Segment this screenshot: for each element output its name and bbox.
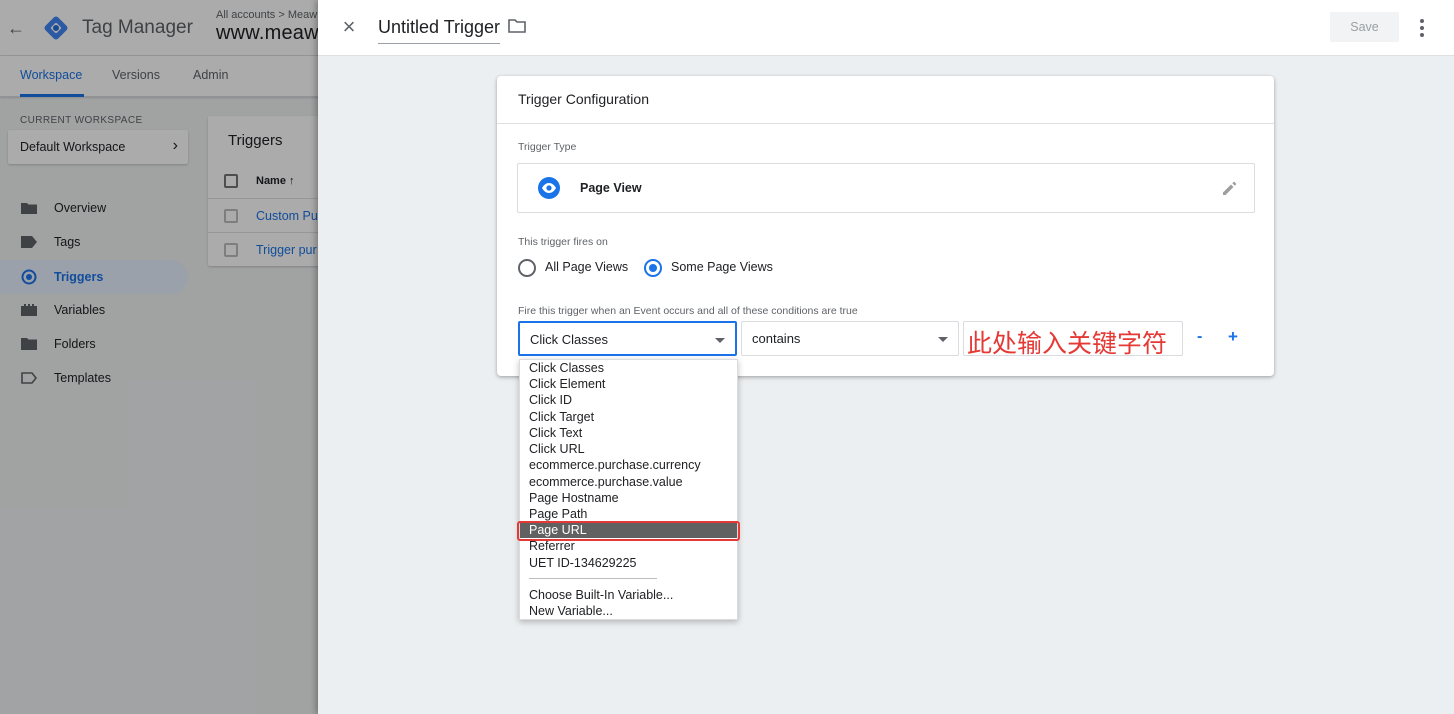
menu-item[interactable]: Click Text [520, 425, 737, 441]
operator-value: contains [752, 331, 801, 346]
divider [497, 123, 1274, 124]
fires-on-label: This trigger fires on [518, 236, 608, 248]
variable-dropdown[interactable]: Click Classes [518, 321, 737, 356]
close-icon[interactable]: × [338, 16, 360, 38]
menu-item-builtin-variable[interactable]: Choose Built-In Variable... [520, 587, 737, 603]
menu-item[interactable]: Click Element [520, 376, 737, 392]
radio-button-selected[interactable] [644, 259, 662, 277]
folder-icon[interactable] [508, 18, 526, 34]
page-view-eye-icon [538, 177, 560, 199]
condition-value-input[interactable]: 此处输入关键字符 [963, 321, 1183, 358]
card-title: Trigger Configuration [518, 91, 649, 107]
caret-down-icon [938, 337, 948, 342]
menu-item[interactable]: Page Hostname [520, 490, 737, 506]
trigger-type-label: Trigger Type [518, 141, 577, 153]
variable-dropdown-menu: Click Classes Click Element Click ID Cli… [519, 359, 738, 620]
trigger-editor-panel: × Untitled Trigger Save Trigger Configur… [318, 0, 1454, 714]
radio-button[interactable] [518, 259, 536, 277]
menu-divider [529, 578, 657, 579]
menu-item-new-variable[interactable]: New Variable... [520, 603, 737, 619]
conditions-label: Fire this trigger when an Event occurs a… [518, 305, 858, 317]
trigger-type-selector[interactable]: Page View [517, 163, 1255, 213]
edit-pencil-icon[interactable] [1221, 179, 1239, 197]
operator-dropdown[interactable]: contains [741, 321, 959, 356]
menu-item[interactable]: ecommerce.purchase.value [520, 474, 737, 490]
radio-label: Some Page Views [671, 260, 773, 274]
more-vert-icon[interactable] [1414, 17, 1430, 39]
menu-item[interactable]: Page Path [520, 506, 737, 522]
annotation-highlight-box [517, 521, 740, 541]
menu-item[interactable]: Click ID [520, 392, 737, 408]
menu-item[interactable]: Click Classes [520, 360, 737, 376]
editor-header: × Untitled Trigger Save [318, 0, 1454, 56]
trigger-type-name: Page View [580, 181, 642, 195]
menu-item[interactable]: UET ID-134629225 [520, 555, 737, 571]
remove-condition-button[interactable]: - [1197, 328, 1202, 346]
trigger-title-input[interactable]: Untitled Trigger [378, 17, 501, 44]
modal-scrim[interactable] [0, 0, 318, 714]
menu-item[interactable]: ecommerce.purchase.currency [520, 457, 737, 473]
radio-label: All Page Views [545, 260, 629, 274]
caret-down-icon [715, 338, 725, 343]
add-condition-button[interactable]: + [1228, 327, 1238, 347]
menu-item[interactable]: Click Target [520, 409, 737, 425]
save-button[interactable]: Save [1330, 12, 1399, 42]
variable-value: Click Classes [530, 332, 609, 347]
condition-value-text: 此处输入关键字符 [967, 330, 1168, 358]
trigger-configuration-card: Trigger Configuration Trigger Type Page … [497, 76, 1274, 376]
menu-item[interactable]: Click URL [520, 441, 737, 457]
